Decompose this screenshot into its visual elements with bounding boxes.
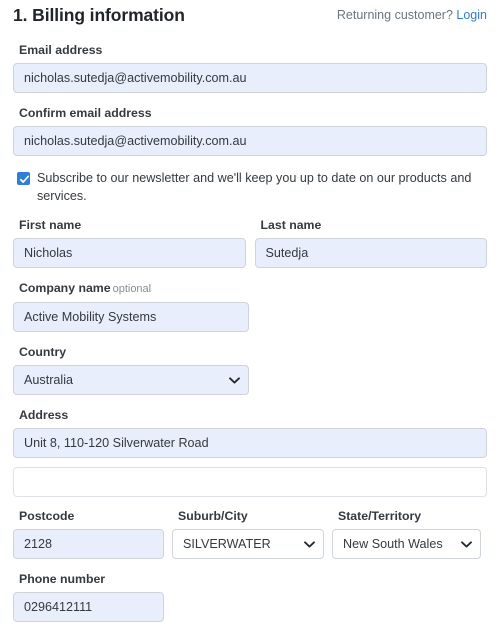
postcode-input[interactable] — [13, 529, 164, 559]
last-name-input[interactable] — [254, 238, 487, 268]
page-title: 1. Billing information — [13, 5, 185, 25]
email-field-group: Email address — [13, 42, 487, 93]
first-name-input[interactable] — [13, 238, 246, 268]
phone-input[interactable] — [13, 592, 164, 622]
email-input[interactable] — [13, 63, 487, 93]
form-header: 1. Billing information Returning custome… — [13, 0, 487, 30]
checkbox-checked-icon[interactable] — [17, 172, 30, 185]
company-name-field-group: Company name optional — [13, 280, 487, 332]
suburb-select[interactable]: SILVERWATER — [172, 529, 324, 559]
country-select-wrap: Australia — [13, 365, 249, 395]
confirm-email-input[interactable] — [13, 126, 487, 156]
address-line2-field-group — [13, 467, 487, 497]
state-label: State/Territory — [338, 509, 422, 523]
company-name-label: Company name optional — [19, 280, 487, 297]
phone-field-group: Phone number — [13, 571, 487, 622]
postcode-label: Postcode — [19, 509, 75, 523]
confirm-email-label: Confirm email address — [19, 106, 152, 120]
last-name-field-group: Last name — [254, 217, 487, 268]
confirm-email-field-group: Confirm email address — [13, 105, 487, 156]
last-name-label: Last name — [260, 218, 322, 232]
address-label: Address — [19, 408, 69, 422]
returning-customer-text: Returning customer? — [336, 8, 453, 22]
country-select[interactable]: Australia — [13, 365, 249, 395]
first-name-label: First name — [19, 218, 82, 232]
location-row: Postcode Suburb/City SILVERWATER State/T… — [13, 508, 487, 559]
suburb-select-wrap: SILVERWATER — [172, 529, 324, 559]
newsletter-label: Subscribe to our newsletter and we'll ke… — [37, 171, 472, 203]
company-name-optional-tag: optional — [112, 283, 152, 295]
suburb-label: Suburb/City — [178, 509, 248, 523]
first-name-field-group: First name — [13, 217, 246, 268]
newsletter-checkbox-row[interactable]: Subscribe to our newsletter and we'll ke… — [13, 170, 487, 205]
address-field-group: Address — [13, 407, 487, 458]
postcode-field-group: Postcode — [13, 508, 164, 559]
phone-label: Phone number — [19, 572, 106, 586]
address-line1-input[interactable] — [13, 428, 487, 458]
login-link[interactable]: Login — [456, 8, 487, 22]
state-field-group: State/Territory New South Wales — [332, 508, 481, 559]
email-label: Email address — [19, 43, 103, 57]
billing-information-form: 1. Billing information Returning custome… — [0, 0, 500, 630]
returning-customer-prompt: Returning customer? Login — [337, 7, 487, 23]
suburb-field-group: Suburb/City SILVERWATER — [172, 508, 324, 559]
company-name-input[interactable] — [13, 302, 249, 332]
country-label: Country — [19, 345, 67, 359]
name-row: First name Last name — [13, 217, 487, 268]
address-line2-input[interactable] — [13, 467, 487, 497]
state-select-wrap: New South Wales — [332, 529, 481, 559]
state-select[interactable]: New South Wales — [332, 529, 481, 559]
country-field-group: Country Australia — [13, 344, 487, 395]
company-name-label-text: Company name — [19, 281, 111, 295]
